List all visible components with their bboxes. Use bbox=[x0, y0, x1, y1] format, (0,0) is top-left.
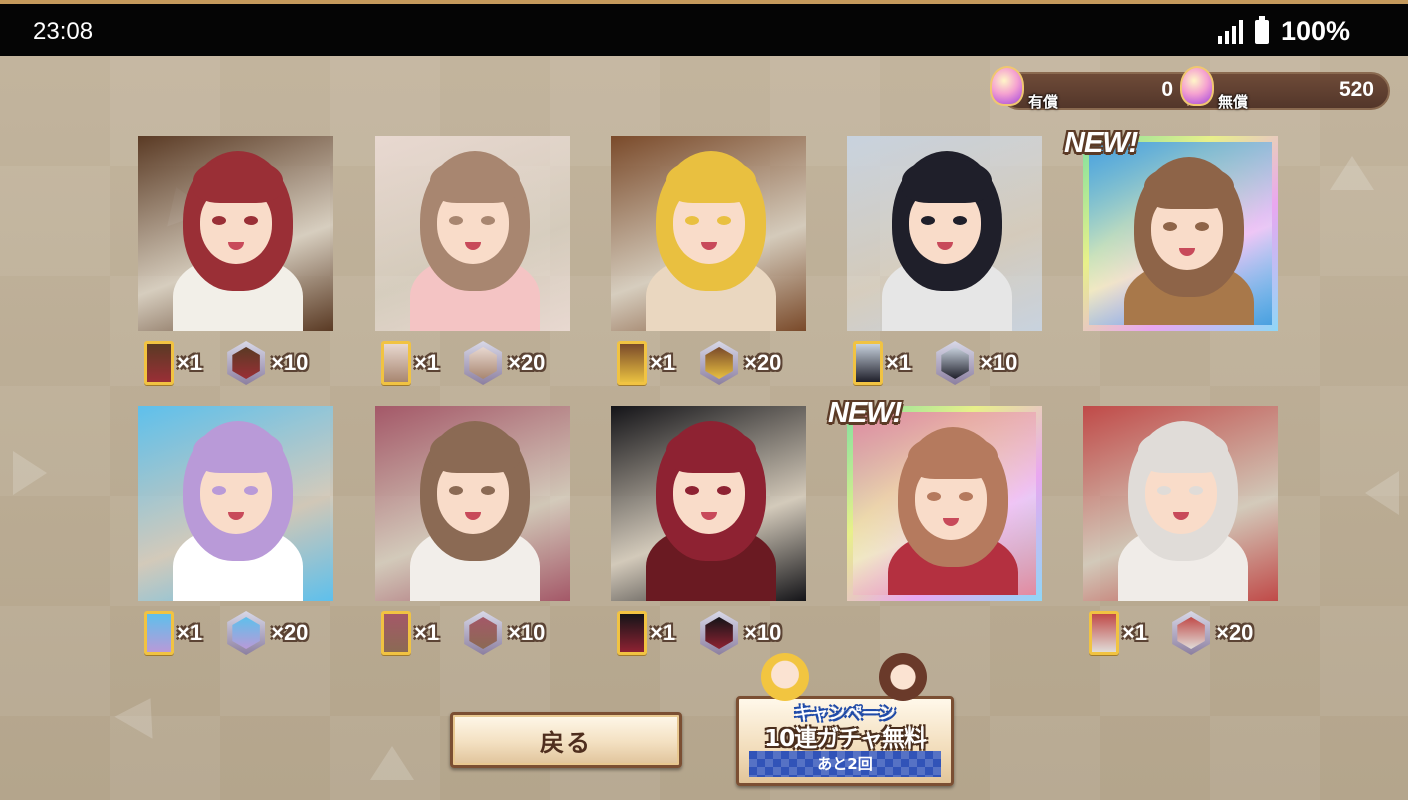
battery-level: 100% bbox=[1280, 16, 1350, 46]
currency-bar: 有償 0 無償 520 bbox=[990, 66, 1390, 111]
battery-icon bbox=[1254, 15, 1269, 44]
paid-currency: 有償 0 bbox=[990, 66, 1187, 111]
character-portrait bbox=[138, 136, 333, 331]
shard-quantity: ×10 bbox=[980, 350, 1018, 375]
campaign-remaining: あと2回 bbox=[749, 751, 941, 777]
status-bar: 23:08 100% bbox=[0, 0, 1408, 56]
character-ticket-icon bbox=[144, 611, 174, 655]
character-portrait bbox=[611, 406, 806, 601]
character-shard-icon bbox=[700, 341, 739, 385]
character-ticket-icon bbox=[617, 611, 647, 655]
character-card[interactable] bbox=[611, 406, 806, 601]
reward-row: ×1 ×10 bbox=[617, 608, 781, 658]
back-button[interactable]: 戻る bbox=[450, 712, 682, 768]
character-card[interactable] bbox=[375, 136, 570, 331]
ticket-quantity: ×1 bbox=[650, 350, 676, 375]
free-label: 無償 bbox=[1218, 93, 1249, 111]
clock: 23:08 bbox=[33, 18, 94, 45]
paid-value: 0 bbox=[1161, 78, 1173, 101]
character-shard-icon bbox=[936, 341, 975, 385]
reward-row: ×1 ×10 bbox=[381, 608, 545, 658]
character-portrait bbox=[375, 406, 570, 601]
shard-quantity: ×20 bbox=[744, 350, 782, 375]
new-badge: NEW! bbox=[1064, 127, 1138, 159]
ticket-quantity: ×1 bbox=[177, 350, 203, 375]
bell-gem-icon bbox=[990, 66, 1024, 106]
bell-gem-icon bbox=[1180, 66, 1214, 106]
shard-quantity: ×20 bbox=[1216, 620, 1254, 645]
character-shard-icon bbox=[227, 611, 266, 655]
character-card[interactable]: NEW! bbox=[1064, 127, 1278, 331]
character-card[interactable] bbox=[847, 136, 1042, 331]
character-card[interactable] bbox=[138, 136, 333, 331]
character-portrait bbox=[1089, 142, 1272, 325]
character-portrait bbox=[1083, 406, 1278, 601]
character-card[interactable] bbox=[611, 136, 806, 331]
character-ticket-icon bbox=[617, 341, 647, 385]
reward-row: ×1 ×20 bbox=[144, 608, 308, 658]
free-currency: 無償 520 bbox=[1180, 66, 1388, 111]
ticket-quantity: ×1 bbox=[177, 620, 203, 645]
character-card[interactable] bbox=[138, 406, 333, 601]
character-ticket-icon bbox=[144, 341, 174, 385]
ticket-quantity: ×1 bbox=[414, 350, 440, 375]
character-portrait bbox=[138, 406, 333, 601]
shard-quantity: ×10 bbox=[744, 620, 782, 645]
reward-row: ×1 ×10 bbox=[853, 338, 1017, 388]
character-ticket-icon bbox=[381, 341, 411, 385]
signal-icon bbox=[1217, 19, 1243, 44]
reward-row: ×1 ×20 bbox=[381, 338, 545, 388]
shard-quantity: ×10 bbox=[508, 620, 546, 645]
reward-row: ×1 ×10 bbox=[144, 338, 308, 388]
campaign-free-gacha-button[interactable]: キャンペーン 10連ガチャ無料 あと2回 bbox=[736, 653, 954, 786]
character-shard-icon bbox=[464, 341, 503, 385]
shard-quantity: ×20 bbox=[271, 620, 309, 645]
character-portrait bbox=[611, 136, 806, 331]
character-card[interactable]: NEW! bbox=[828, 397, 1042, 601]
reward-row: ×1 ×20 bbox=[1089, 608, 1253, 658]
character-ticket-icon bbox=[381, 611, 411, 655]
character-shard-icon bbox=[227, 341, 266, 385]
character-card[interactable] bbox=[1083, 406, 1278, 601]
ticket-quantity: ×1 bbox=[886, 350, 912, 375]
ticket-quantity: ×1 bbox=[1122, 620, 1148, 645]
character-ticket-icon bbox=[1089, 611, 1119, 655]
shard-quantity: ×10 bbox=[271, 350, 309, 375]
shard-quantity: ×20 bbox=[508, 350, 546, 375]
campaign-main-text: 10連ガチャ無料 bbox=[764, 726, 927, 752]
character-shard-icon bbox=[1172, 611, 1211, 655]
new-badge: NEW! bbox=[828, 397, 902, 429]
character-shard-icon bbox=[700, 611, 739, 655]
character-portrait bbox=[847, 136, 1042, 331]
reward-row: ×1 ×20 bbox=[617, 338, 781, 388]
character-portrait bbox=[375, 136, 570, 331]
character-shard-icon bbox=[464, 611, 503, 655]
paid-label: 有償 bbox=[1028, 93, 1059, 111]
ticket-quantity: ×1 bbox=[414, 620, 440, 645]
chibi-brunette-icon bbox=[879, 653, 927, 701]
free-value: 520 bbox=[1338, 78, 1374, 101]
character-portrait bbox=[853, 412, 1036, 595]
character-ticket-icon bbox=[853, 341, 883, 385]
ticket-quantity: ×1 bbox=[650, 620, 676, 645]
character-card[interactable] bbox=[375, 406, 570, 601]
chibi-blonde-icon bbox=[761, 653, 809, 701]
